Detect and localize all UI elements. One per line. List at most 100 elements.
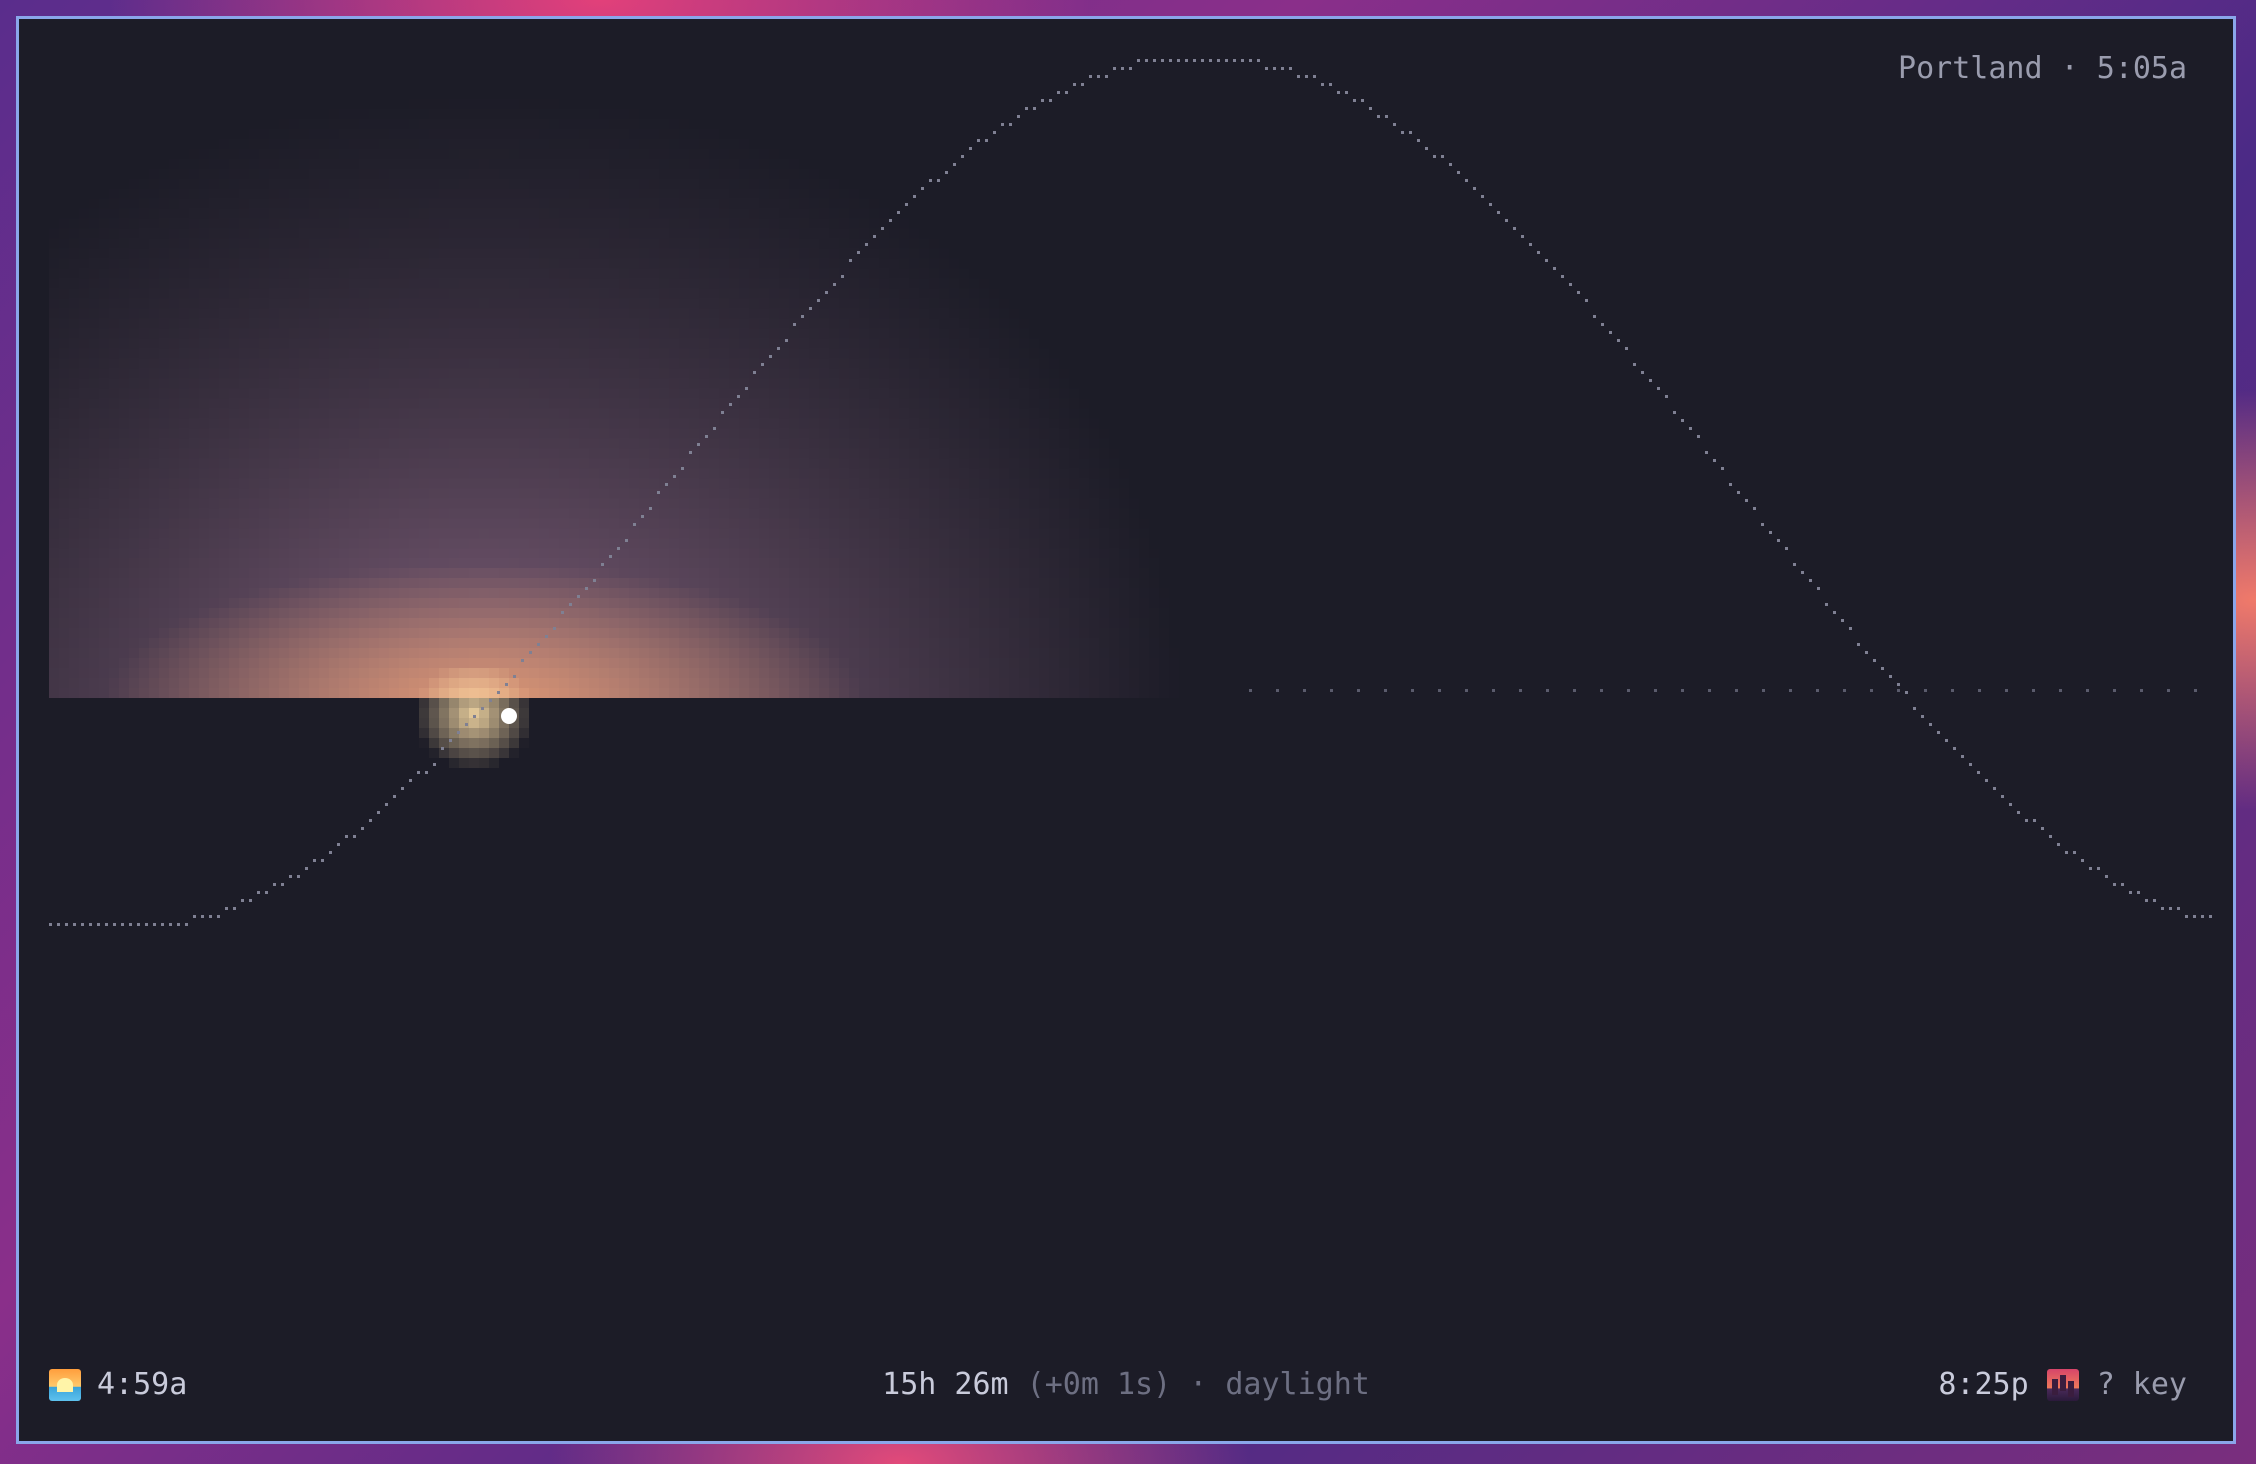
horizon-dot xyxy=(2032,689,2035,692)
curve-dot xyxy=(1849,627,1852,630)
horizon-dot xyxy=(2005,689,2008,692)
curve-dot xyxy=(2137,891,2140,894)
curve-dot xyxy=(65,923,68,926)
curve-dot xyxy=(201,915,204,918)
curve-dot xyxy=(937,179,940,182)
curve-dot xyxy=(601,563,604,566)
curve-dot xyxy=(1305,75,1308,78)
curve-dot xyxy=(1897,683,1900,686)
horizon-dot xyxy=(1654,689,1657,692)
curve-dot xyxy=(1937,731,1940,734)
horizon-dot xyxy=(1330,689,1333,692)
curve-dot xyxy=(1697,435,1700,438)
curve-dot xyxy=(881,227,884,230)
curve-dot xyxy=(193,915,196,918)
curve-dot xyxy=(1449,163,1452,166)
curve-dot xyxy=(1249,59,1252,62)
curve-dot xyxy=(1193,59,1196,62)
curve-dot xyxy=(2017,811,2020,814)
curve-dot xyxy=(1521,235,1524,238)
curve-dot xyxy=(1769,531,1772,534)
curve-dot xyxy=(2081,859,2084,862)
horizon-dot xyxy=(1897,689,1900,692)
horizon-dot xyxy=(1843,689,1846,692)
curve-dot xyxy=(1465,179,1468,182)
curve-dot xyxy=(1561,275,1564,278)
curve-dot xyxy=(985,139,988,142)
curve-dot xyxy=(1513,227,1516,230)
curve-dot xyxy=(1073,83,1076,86)
curve-dot xyxy=(553,627,556,630)
curve-dot xyxy=(209,915,212,918)
curve-dot xyxy=(1673,411,1676,414)
curve-dot xyxy=(1057,91,1060,94)
horizon-dot xyxy=(1384,689,1387,692)
horizon-dot xyxy=(2140,689,2143,692)
curve-dot xyxy=(1593,315,1596,318)
curve-dot xyxy=(2177,907,2180,910)
curve-dot xyxy=(265,891,268,894)
curve-dot xyxy=(1385,115,1388,118)
curve-dot xyxy=(1945,739,1948,742)
curve-dot xyxy=(377,811,380,814)
horizon-dot xyxy=(1870,689,1873,692)
curve-dot xyxy=(1185,59,1188,62)
horizon-dot xyxy=(1627,689,1630,692)
curve-dot xyxy=(417,771,420,774)
curve-dot xyxy=(673,475,676,478)
horizon-dot xyxy=(1546,689,1549,692)
curve-dot xyxy=(857,251,860,254)
curve-dot xyxy=(577,595,580,598)
curve-dot xyxy=(2161,907,2164,910)
curve-dot xyxy=(953,163,956,166)
curve-dot xyxy=(481,707,484,710)
horizon-dot xyxy=(1789,689,1792,692)
horizon-dot xyxy=(1681,689,1684,692)
curve-dot xyxy=(2153,899,2156,902)
curve-dot xyxy=(745,387,748,390)
curve-dot xyxy=(337,843,340,846)
curve-dot xyxy=(817,299,820,302)
key-help-button[interactable]: ? key xyxy=(2097,1367,2187,1402)
curve-dot xyxy=(1985,779,1988,782)
curve-dot xyxy=(2105,875,2108,878)
curve-dot xyxy=(505,683,508,686)
curve-dot xyxy=(1505,219,1508,222)
curve-dot xyxy=(1745,499,1748,502)
curve-dot xyxy=(713,427,716,430)
curve-dot xyxy=(593,579,596,582)
curve-dot xyxy=(513,675,516,678)
curve-dot xyxy=(1377,115,1380,118)
horizon-dot xyxy=(2086,689,2089,692)
curve-dot xyxy=(1025,107,1028,110)
horizon-dot xyxy=(2059,689,2062,692)
curve-dot xyxy=(1825,603,1828,606)
curve-dot xyxy=(257,891,260,894)
curve-dot xyxy=(641,515,644,518)
curve-dot xyxy=(801,315,804,318)
curve-dot xyxy=(761,363,764,366)
curve-dot xyxy=(1321,83,1324,86)
curve-dot xyxy=(929,179,932,182)
curve-dot xyxy=(1545,259,1548,262)
curve-dot xyxy=(705,435,708,438)
curve-dot xyxy=(145,923,148,926)
curve-dot xyxy=(1889,675,1892,678)
horizon-dot xyxy=(1519,689,1522,692)
curve-dot xyxy=(1689,427,1692,430)
curve-dot xyxy=(1953,747,1956,750)
curve-dot xyxy=(177,923,180,926)
curve-dot xyxy=(1169,59,1172,62)
curve-dot xyxy=(649,507,652,510)
curve-dot xyxy=(977,139,980,142)
curve-dot xyxy=(1081,83,1084,86)
curve-dot xyxy=(793,323,796,326)
day-length-info: 15h 26m (+0m 1s) · daylight xyxy=(19,1367,2233,1402)
curve-dot xyxy=(945,171,948,174)
horizon-dot xyxy=(1492,689,1495,692)
curve-dot xyxy=(489,699,492,702)
curve-dot xyxy=(2065,851,2068,854)
curve-dot xyxy=(1361,99,1364,102)
curve-dot xyxy=(1633,363,1636,366)
curve-dot xyxy=(1257,59,1260,62)
